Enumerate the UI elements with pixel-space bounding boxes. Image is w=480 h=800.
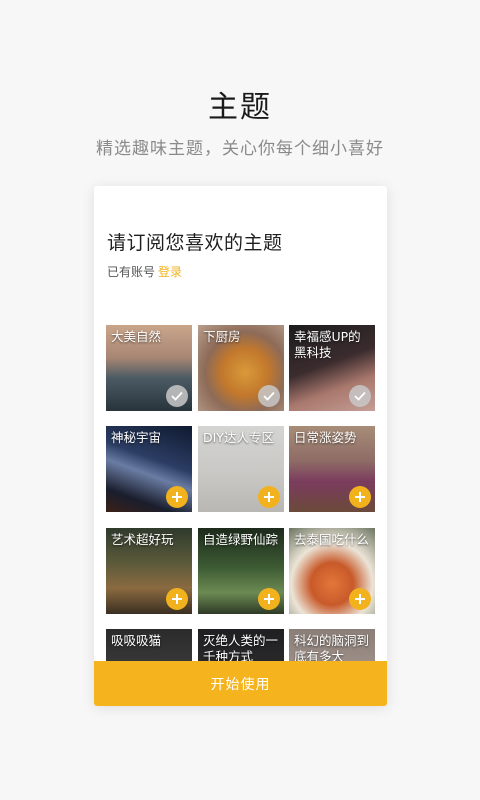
card-heading: 请订阅您喜欢的主题 xyxy=(107,232,283,254)
plus-icon[interactable] xyxy=(166,588,188,610)
topic-label: 吸吸吸猫 xyxy=(111,633,162,648)
plus-icon[interactable] xyxy=(258,588,280,610)
page-title: 主题 xyxy=(208,90,272,125)
topic-label: 自造绿野仙踪 xyxy=(203,532,279,547)
topic-tile[interactable]: 去泰国吃什么 xyxy=(289,528,375,614)
topic-label: 艺术超好玩 xyxy=(111,532,174,547)
topic-tile[interactable]: 大美自然 xyxy=(106,325,192,411)
topic-tile[interactable]: 下厨房 xyxy=(198,325,284,411)
topic-label: 大美自然 xyxy=(111,329,162,344)
page-subtitle: 精选趣味主题，关心你每个细小喜好 xyxy=(96,139,384,159)
topic-tile[interactable]: 艺术超好玩 xyxy=(106,528,192,614)
topic-label: 去泰国吃什么 xyxy=(294,532,370,547)
account-prompt: 已有账号 xyxy=(107,265,156,279)
check-icon[interactable] xyxy=(258,385,280,407)
check-icon[interactable] xyxy=(349,385,371,407)
subscription-card: 请订阅您喜欢的主题 已有账号 登录 大美自然 下厨房 幸福感UP的黑科技神秘宇宙 DIY… xyxy=(94,186,387,706)
login-link[interactable]: 登录 xyxy=(158,265,182,279)
topic-tile[interactable]: DIY达人专区 xyxy=(198,426,284,512)
topic-tile[interactable]: 幸福感UP的黑科技 xyxy=(289,325,375,411)
topic-label: 日常涨姿势 xyxy=(294,430,357,445)
plus-icon[interactable] xyxy=(349,588,371,610)
plus-icon[interactable] xyxy=(166,486,188,508)
plus-icon[interactable] xyxy=(258,486,280,508)
topic-label: DIY达人专区 xyxy=(203,430,274,445)
topic-label: 下厨房 xyxy=(203,329,241,344)
topic-label: 幸福感UP的黑科技 xyxy=(294,329,361,360)
topic-tile[interactable]: 日常涨姿势 xyxy=(289,426,375,512)
topic-tile[interactable]: 神秘宇宙 xyxy=(106,426,192,512)
plus-icon[interactable] xyxy=(349,486,371,508)
topic-tile[interactable]: 自造绿野仙踪 xyxy=(198,528,284,614)
start-button[interactable]: 开始使用 xyxy=(94,661,387,706)
topic-label: 神秘宇宙 xyxy=(111,430,162,445)
account-row: 已有账号 登录 xyxy=(107,263,182,280)
check-icon[interactable] xyxy=(166,385,188,407)
